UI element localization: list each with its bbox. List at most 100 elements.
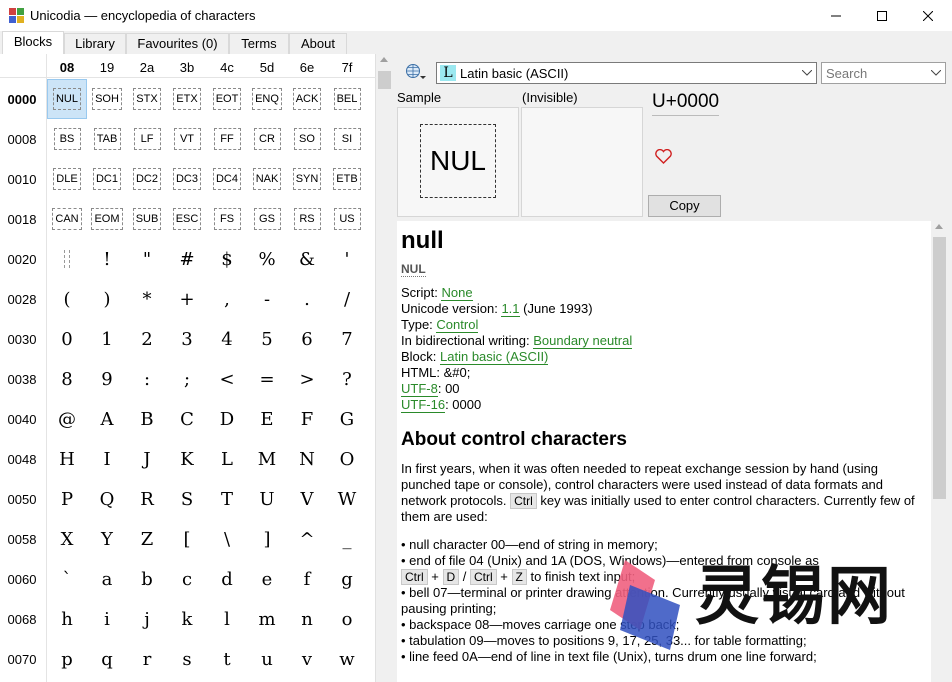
char-cell[interactable]: + xyxy=(167,279,207,319)
char-cell[interactable]: NUL xyxy=(47,79,87,119)
char-cell[interactable]: T xyxy=(207,479,247,519)
char-cell[interactable]: _ xyxy=(327,519,367,559)
char-cell[interactable]: ESC xyxy=(167,199,207,239)
char-cell[interactable]: G xyxy=(327,399,367,439)
char-cell[interactable]: ) xyxy=(87,279,127,319)
tab-about[interactable]: About xyxy=(289,33,347,54)
char-cell[interactable]: k xyxy=(167,599,207,639)
char-cell[interactable]: M xyxy=(247,439,287,479)
char-cell[interactable]: LF xyxy=(127,119,167,159)
char-cell[interactable]: I xyxy=(87,439,127,479)
char-cell[interactable]: ] xyxy=(247,519,287,559)
char-cell[interactable]: ? xyxy=(327,359,367,399)
char-cell[interactable]: e xyxy=(247,559,287,599)
char-cell[interactable]: CR xyxy=(247,119,287,159)
char-cell[interactable]: $ xyxy=(207,239,247,279)
char-cell[interactable]: K xyxy=(167,439,207,479)
grid-scrollbar[interactable] xyxy=(376,54,393,682)
scroll-up-icon[interactable] xyxy=(935,224,943,229)
char-cell[interactable]: / xyxy=(327,279,367,319)
char-cell[interactable]: GS xyxy=(247,199,287,239)
char-cell[interactable]: 7 xyxy=(327,319,367,359)
char-cell[interactable]: SUB xyxy=(127,199,167,239)
utf8-link[interactable]: UTF-8 xyxy=(401,381,438,397)
char-cell[interactable]: 4 xyxy=(207,319,247,359)
char-cell[interactable]: 2 xyxy=(127,319,167,359)
type-link[interactable]: Control xyxy=(436,317,479,333)
char-cell[interactable]: Z xyxy=(127,519,167,559)
char-cell[interactable]: a xyxy=(87,559,127,599)
char-cell[interactable]: w xyxy=(327,639,367,679)
copy-button[interactable]: Copy xyxy=(648,195,721,217)
char-cell[interactable]: # xyxy=(167,239,207,279)
char-cell[interactable]: h xyxy=(47,599,87,639)
block-link[interactable]: Latin basic (ASCII) xyxy=(440,349,549,365)
char-cell[interactable]: 6 xyxy=(287,319,327,359)
char-cell[interactable]: BEL xyxy=(327,79,367,119)
char-cell[interactable]: V xyxy=(287,479,327,519)
maximize-button[interactable] xyxy=(859,0,905,31)
char-cell[interactable]: 8 xyxy=(47,359,87,399)
char-cell[interactable]: q xyxy=(87,639,127,679)
char-cell[interactable]: - xyxy=(247,279,287,319)
version-link[interactable]: 1.1 xyxy=(501,301,520,317)
char-cell[interactable]: 0 xyxy=(47,319,87,359)
char-cell[interactable]: p xyxy=(47,639,87,679)
char-cell[interactable]: s xyxy=(167,639,207,679)
char-cell[interactable]: SO xyxy=(287,119,327,159)
char-cell[interactable]: D xyxy=(207,399,247,439)
char-cell[interactable]: DC2 xyxy=(127,159,167,199)
char-cell[interactable]: C xyxy=(167,399,207,439)
char-cell[interactable]: A xyxy=(87,399,127,439)
char-cell[interactable]: S xyxy=(167,479,207,519)
char-cell[interactable]: DC3 xyxy=(167,159,207,199)
char-cell[interactable]: ETB xyxy=(327,159,367,199)
utf16-link[interactable]: UTF-16 xyxy=(401,397,446,413)
block-selector[interactable]: L Latin basic (ASCII) xyxy=(436,62,817,84)
char-cell[interactable]: RS xyxy=(287,199,327,239)
char-cell[interactable]: c xyxy=(167,559,207,599)
tab-library[interactable]: Library xyxy=(64,33,126,54)
char-cell[interactable]: W xyxy=(327,479,367,519)
tab-terms[interactable]: Terms xyxy=(229,33,289,54)
info-scrollbar[interactable] xyxy=(931,221,948,682)
char-cell[interactable]: 3 xyxy=(167,319,207,359)
char-cell[interactable]: [ xyxy=(167,519,207,559)
char-cell[interactable]: % xyxy=(247,239,287,279)
char-cell[interactable]: r xyxy=(127,639,167,679)
heart-icon[interactable] xyxy=(655,149,672,164)
tab-blocks[interactable]: Blocks xyxy=(2,31,64,55)
char-cell[interactable]: R xyxy=(127,479,167,519)
char-cell[interactable]: o xyxy=(327,599,367,639)
char-cell[interactable] xyxy=(47,239,87,279)
char-cell[interactable]: O xyxy=(327,439,367,479)
char-cell[interactable]: CAN xyxy=(47,199,87,239)
char-cell[interactable]: ACK xyxy=(287,79,327,119)
close-button[interactable] xyxy=(905,0,951,31)
char-cell[interactable]: ; xyxy=(167,359,207,399)
chevron-down-icon[interactable] xyxy=(931,70,941,77)
char-cell[interactable]: VT xyxy=(167,119,207,159)
char-cell[interactable]: NAK xyxy=(247,159,287,199)
tab-favourites[interactable]: Favourites (0) xyxy=(126,33,229,54)
codepoint[interactable]: U+0000 xyxy=(652,91,720,116)
char-cell[interactable]: : xyxy=(127,359,167,399)
char-cell[interactable]: @ xyxy=(47,399,87,439)
char-cell[interactable]: F xyxy=(287,399,327,439)
minimize-button[interactable] xyxy=(813,0,859,31)
char-cell[interactable]: STX xyxy=(127,79,167,119)
char-cell[interactable]: j xyxy=(127,599,167,639)
char-cell[interactable]: DC4 xyxy=(207,159,247,199)
char-cell[interactable]: SOH xyxy=(87,79,127,119)
char-cell[interactable]: t xyxy=(207,639,247,679)
char-cell[interactable]: u xyxy=(247,639,287,679)
char-cell[interactable]: U xyxy=(247,479,287,519)
char-cell[interactable]: Y xyxy=(87,519,127,559)
char-cell[interactable]: ETX xyxy=(167,79,207,119)
char-cell[interactable]: FF xyxy=(207,119,247,159)
char-cell[interactable]: b xyxy=(127,559,167,599)
char-cell[interactable]: n xyxy=(287,599,327,639)
bidi-link[interactable]: Boundary neutral xyxy=(533,333,633,349)
char-cell[interactable]: EOM xyxy=(87,199,127,239)
globe-icon[interactable] xyxy=(405,63,427,83)
